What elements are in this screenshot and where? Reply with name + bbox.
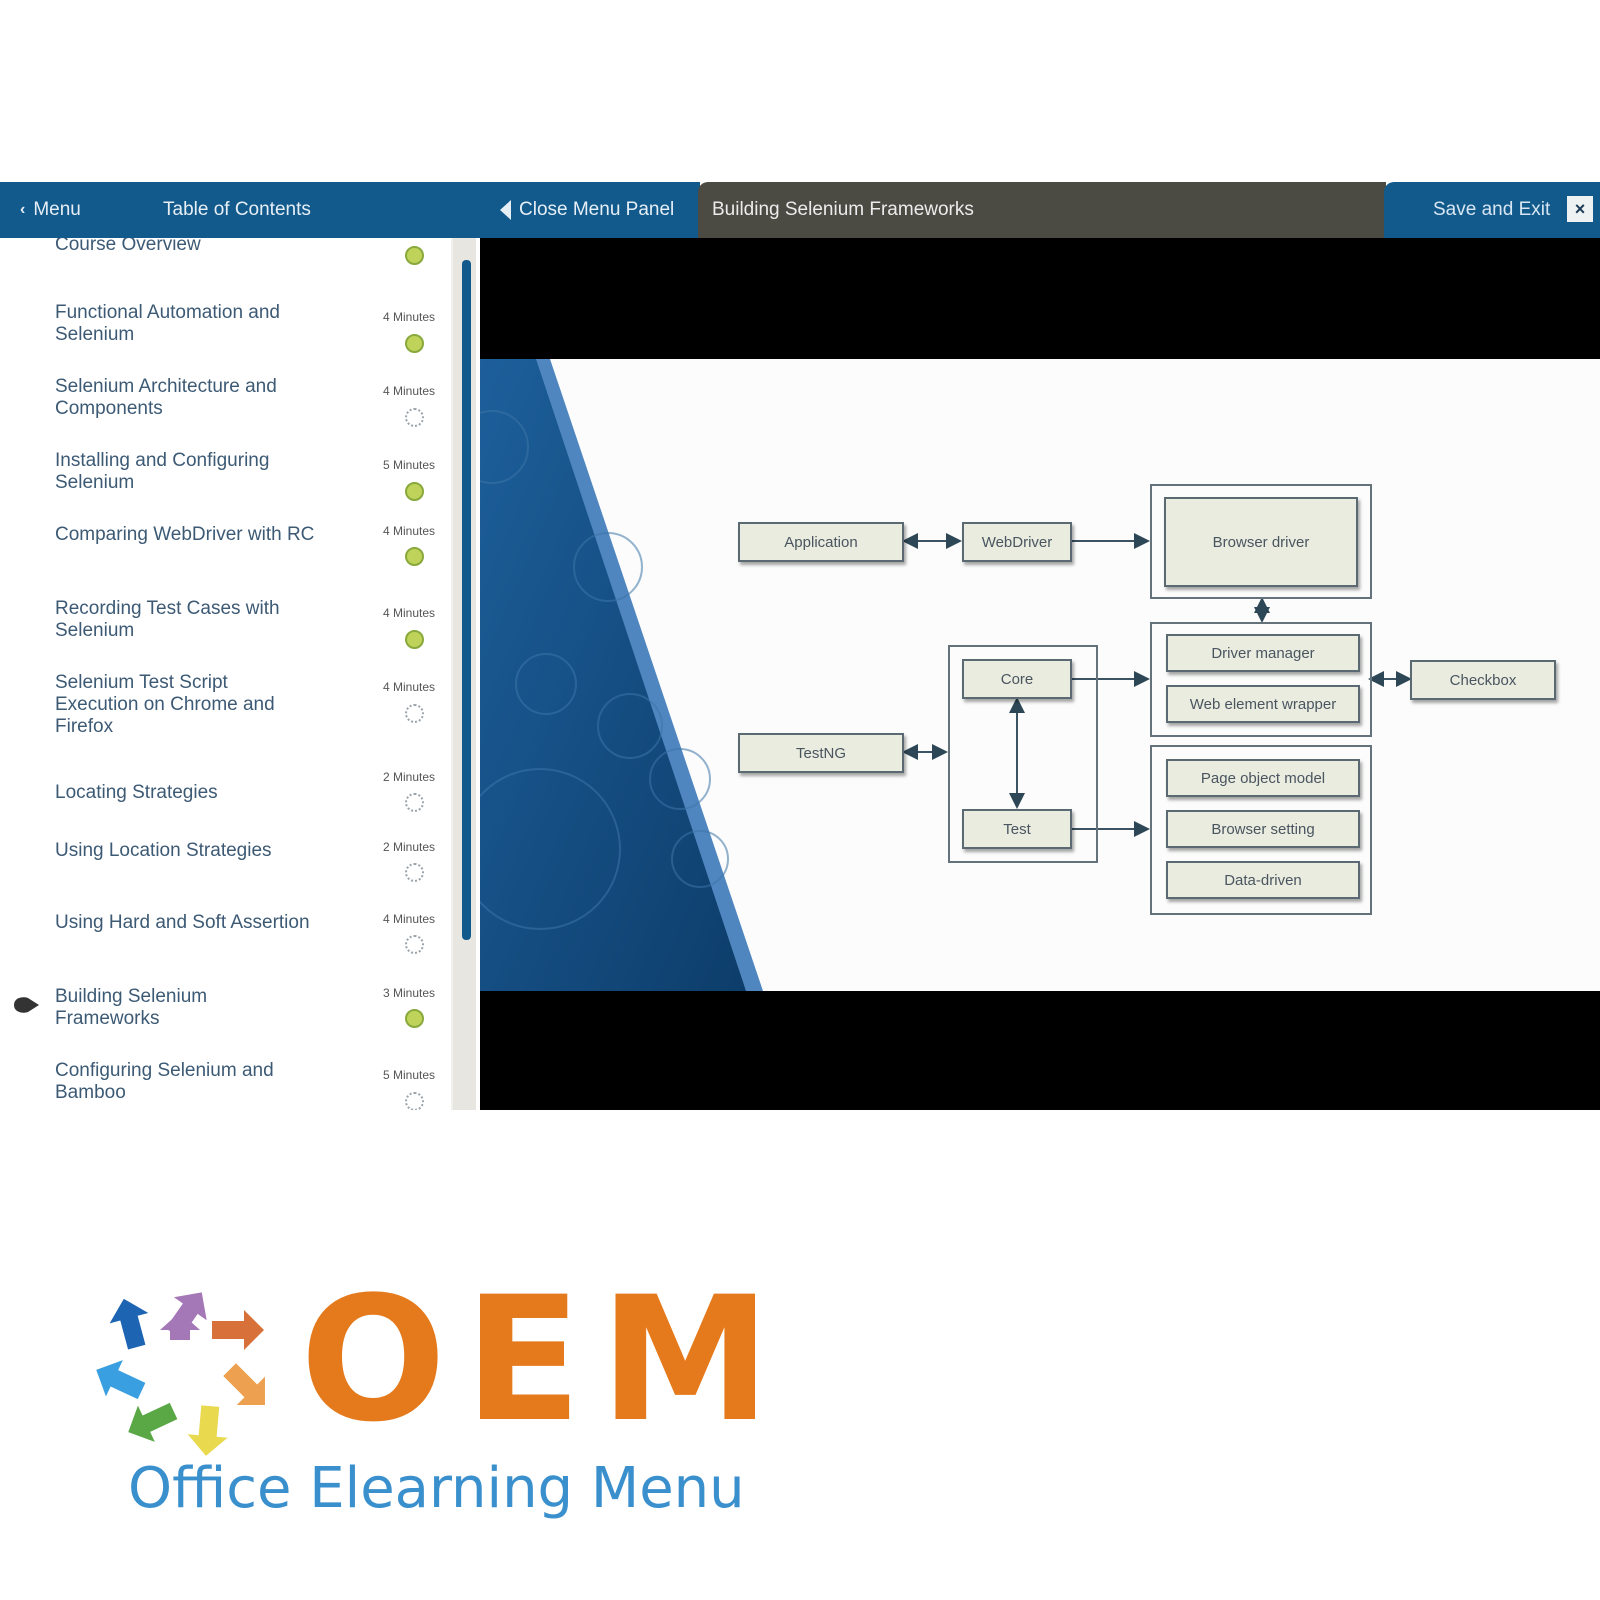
toc-item[interactable]: Locating Strategies 2 Minutes bbox=[0, 760, 450, 830]
node-testng: TestNG bbox=[738, 733, 904, 773]
toc-item[interactable]: Using Location Strategies 2 Minutes bbox=[0, 830, 450, 900]
lesson-title-bar: Building Selenium Frameworks bbox=[698, 182, 1386, 238]
logo-arrow-orange bbox=[223, 1363, 265, 1405]
node-application: Application bbox=[738, 522, 904, 562]
table-of-contents-panel: Course Overview Functional Automation and… bbox=[0, 238, 476, 1110]
toc-item-duration: 5 Minutes bbox=[382, 1068, 435, 1082]
toc-item-label: Locating Strategies bbox=[55, 782, 218, 803]
toc-item[interactable]: Installing and Configuring Selenium 5 Min… bbox=[0, 440, 450, 510]
toc-item-label: Using Location Strategies bbox=[55, 840, 272, 861]
toc-item[interactable]: Functional Automation and Selenium 4 Minu… bbox=[0, 292, 450, 362]
brand-name: OEM bbox=[300, 1259, 789, 1460]
node-test: Test bbox=[962, 809, 1072, 849]
menu-label: Menu bbox=[33, 199, 81, 220]
node-web-element-wrapper: Web element wrapper bbox=[1166, 685, 1360, 723]
toc-item-label: Course Overview bbox=[55, 238, 201, 255]
node-data-driven: Data-driven bbox=[1166, 861, 1360, 899]
toc-item-duration: 4 Minutes bbox=[382, 606, 435, 620]
scrollbar-thumb[interactable] bbox=[462, 260, 471, 940]
status-complete-icon bbox=[405, 630, 424, 649]
node-page-object-model: Page object model bbox=[1166, 759, 1360, 797]
toc-item-duration: 4 Minutes bbox=[382, 310, 435, 324]
node-webdriver: WebDriver bbox=[962, 522, 1072, 562]
slide-content: Application WebDriver Browser driver Dri… bbox=[480, 359, 1600, 991]
status-incomplete-icon bbox=[405, 793, 424, 812]
toc-item[interactable]: Using Hard and Soft Assertion 4 Minutes bbox=[0, 902, 450, 972]
status-incomplete-icon bbox=[405, 1092, 424, 1110]
save-and-exit-button[interactable]: Save and Exit bbox=[1433, 199, 1550, 221]
current-lesson-marker-icon bbox=[12, 996, 40, 1014]
toc-item-label: Using Hard and Soft Assertion bbox=[55, 912, 310, 933]
toc-item[interactable]: Configuring Selenium and Bamboo 5 Minutes bbox=[0, 1050, 450, 1110]
toc-item-duration: 4 Minutes bbox=[382, 384, 435, 398]
node-core: Core bbox=[962, 659, 1072, 699]
node-driver-manager: Driver manager bbox=[1166, 634, 1360, 672]
status-incomplete-icon bbox=[405, 704, 424, 723]
status-complete-icon bbox=[405, 1009, 424, 1028]
toc-item-duration: 5 Minutes bbox=[382, 458, 435, 472]
close-menu-panel-label: Close Menu Panel bbox=[519, 199, 675, 220]
toc-item[interactable]: Selenium Architecture and Components 4 Mi… bbox=[0, 366, 450, 436]
video-player[interactable]: Application WebDriver Browser driver Dri… bbox=[480, 238, 1600, 1110]
toc-item-label: Comparing WebDriver with RC bbox=[55, 524, 315, 545]
toc-item[interactable]: Comparing WebDriver with RC 4 Minutes bbox=[0, 514, 450, 584]
oem-logo: OEM Office Elearning Menu bbox=[80, 1270, 771, 1550]
toc-item-label: Installing and Configuring Selenium bbox=[55, 450, 270, 493]
node-checkbox: Checkbox bbox=[1410, 660, 1556, 700]
logo-arrow-orange-dark bbox=[212, 1310, 264, 1350]
status-incomplete-icon bbox=[405, 863, 424, 882]
toc-item-label: Selenium Architecture and Components bbox=[55, 376, 277, 419]
logo-arrow-yellow bbox=[187, 1405, 228, 1456]
toc-item-duration: 4 Minutes bbox=[382, 912, 435, 926]
status-complete-icon bbox=[405, 246, 424, 265]
toc-item[interactable]: Building Selenium Frameworks 3 Minutes bbox=[0, 976, 450, 1046]
logo-arrow-darkblue bbox=[109, 1298, 149, 1350]
toc-item-label: Functional Automation and Selenium bbox=[55, 302, 280, 345]
save-exit-area: Save and Exit × bbox=[1384, 182, 1600, 238]
node-browser-driver: Browser driver bbox=[1164, 497, 1358, 587]
status-complete-icon bbox=[405, 547, 424, 566]
toc-item-label: Building Selenium Frameworks bbox=[55, 986, 208, 1029]
toc-item-label: Selenium Test Script Execution on Chrome… bbox=[55, 672, 275, 737]
toc-item-duration: 2 Minutes bbox=[382, 840, 435, 854]
top-bar: ‹ Menu Table of Contents Close Menu Pane… bbox=[0, 182, 1600, 238]
toc-item-duration: 4 Minutes bbox=[382, 524, 435, 538]
toc-item[interactable]: Selenium Test Script Execution on Chrome… bbox=[0, 662, 450, 737]
node-browser-setting: Browser setting bbox=[1166, 810, 1360, 848]
lesson-title: Building Selenium Frameworks bbox=[712, 199, 974, 220]
status-incomplete-icon bbox=[405, 935, 424, 954]
menu-panel-header: ‹ Menu Table of Contents Close Menu Pane… bbox=[0, 182, 700, 238]
brand-tagline: Office Elearning Menu bbox=[128, 1456, 745, 1521]
caret-left-icon bbox=[500, 200, 511, 220]
menu-back-button[interactable]: ‹ Menu bbox=[20, 199, 81, 221]
status-complete-icon bbox=[405, 482, 424, 501]
status-complete-icon bbox=[405, 334, 424, 353]
toc-item-label: Recording Test Cases with Selenium bbox=[55, 598, 280, 641]
toc-item-duration: 2 Minutes bbox=[382, 770, 435, 784]
chevron-left-icon: ‹ bbox=[20, 201, 26, 218]
logo-arrow-lightblue bbox=[96, 1360, 146, 1400]
close-icon[interactable]: × bbox=[1567, 196, 1593, 222]
table-of-contents-title: Table of Contents bbox=[163, 199, 311, 220]
toc-item-duration: 4 Minutes bbox=[382, 680, 435, 694]
toc-item[interactable]: Recording Test Cases with Selenium 4 Minu… bbox=[0, 588, 450, 658]
logo-arrow-green bbox=[128, 1402, 178, 1442]
toc-item-duration: 3 Minutes bbox=[382, 986, 435, 1000]
close-menu-panel-button[interactable]: Close Menu Panel bbox=[500, 199, 674, 221]
toc-item-label: Configuring Selenium and Bamboo bbox=[55, 1060, 274, 1103]
status-incomplete-icon bbox=[405, 408, 424, 427]
